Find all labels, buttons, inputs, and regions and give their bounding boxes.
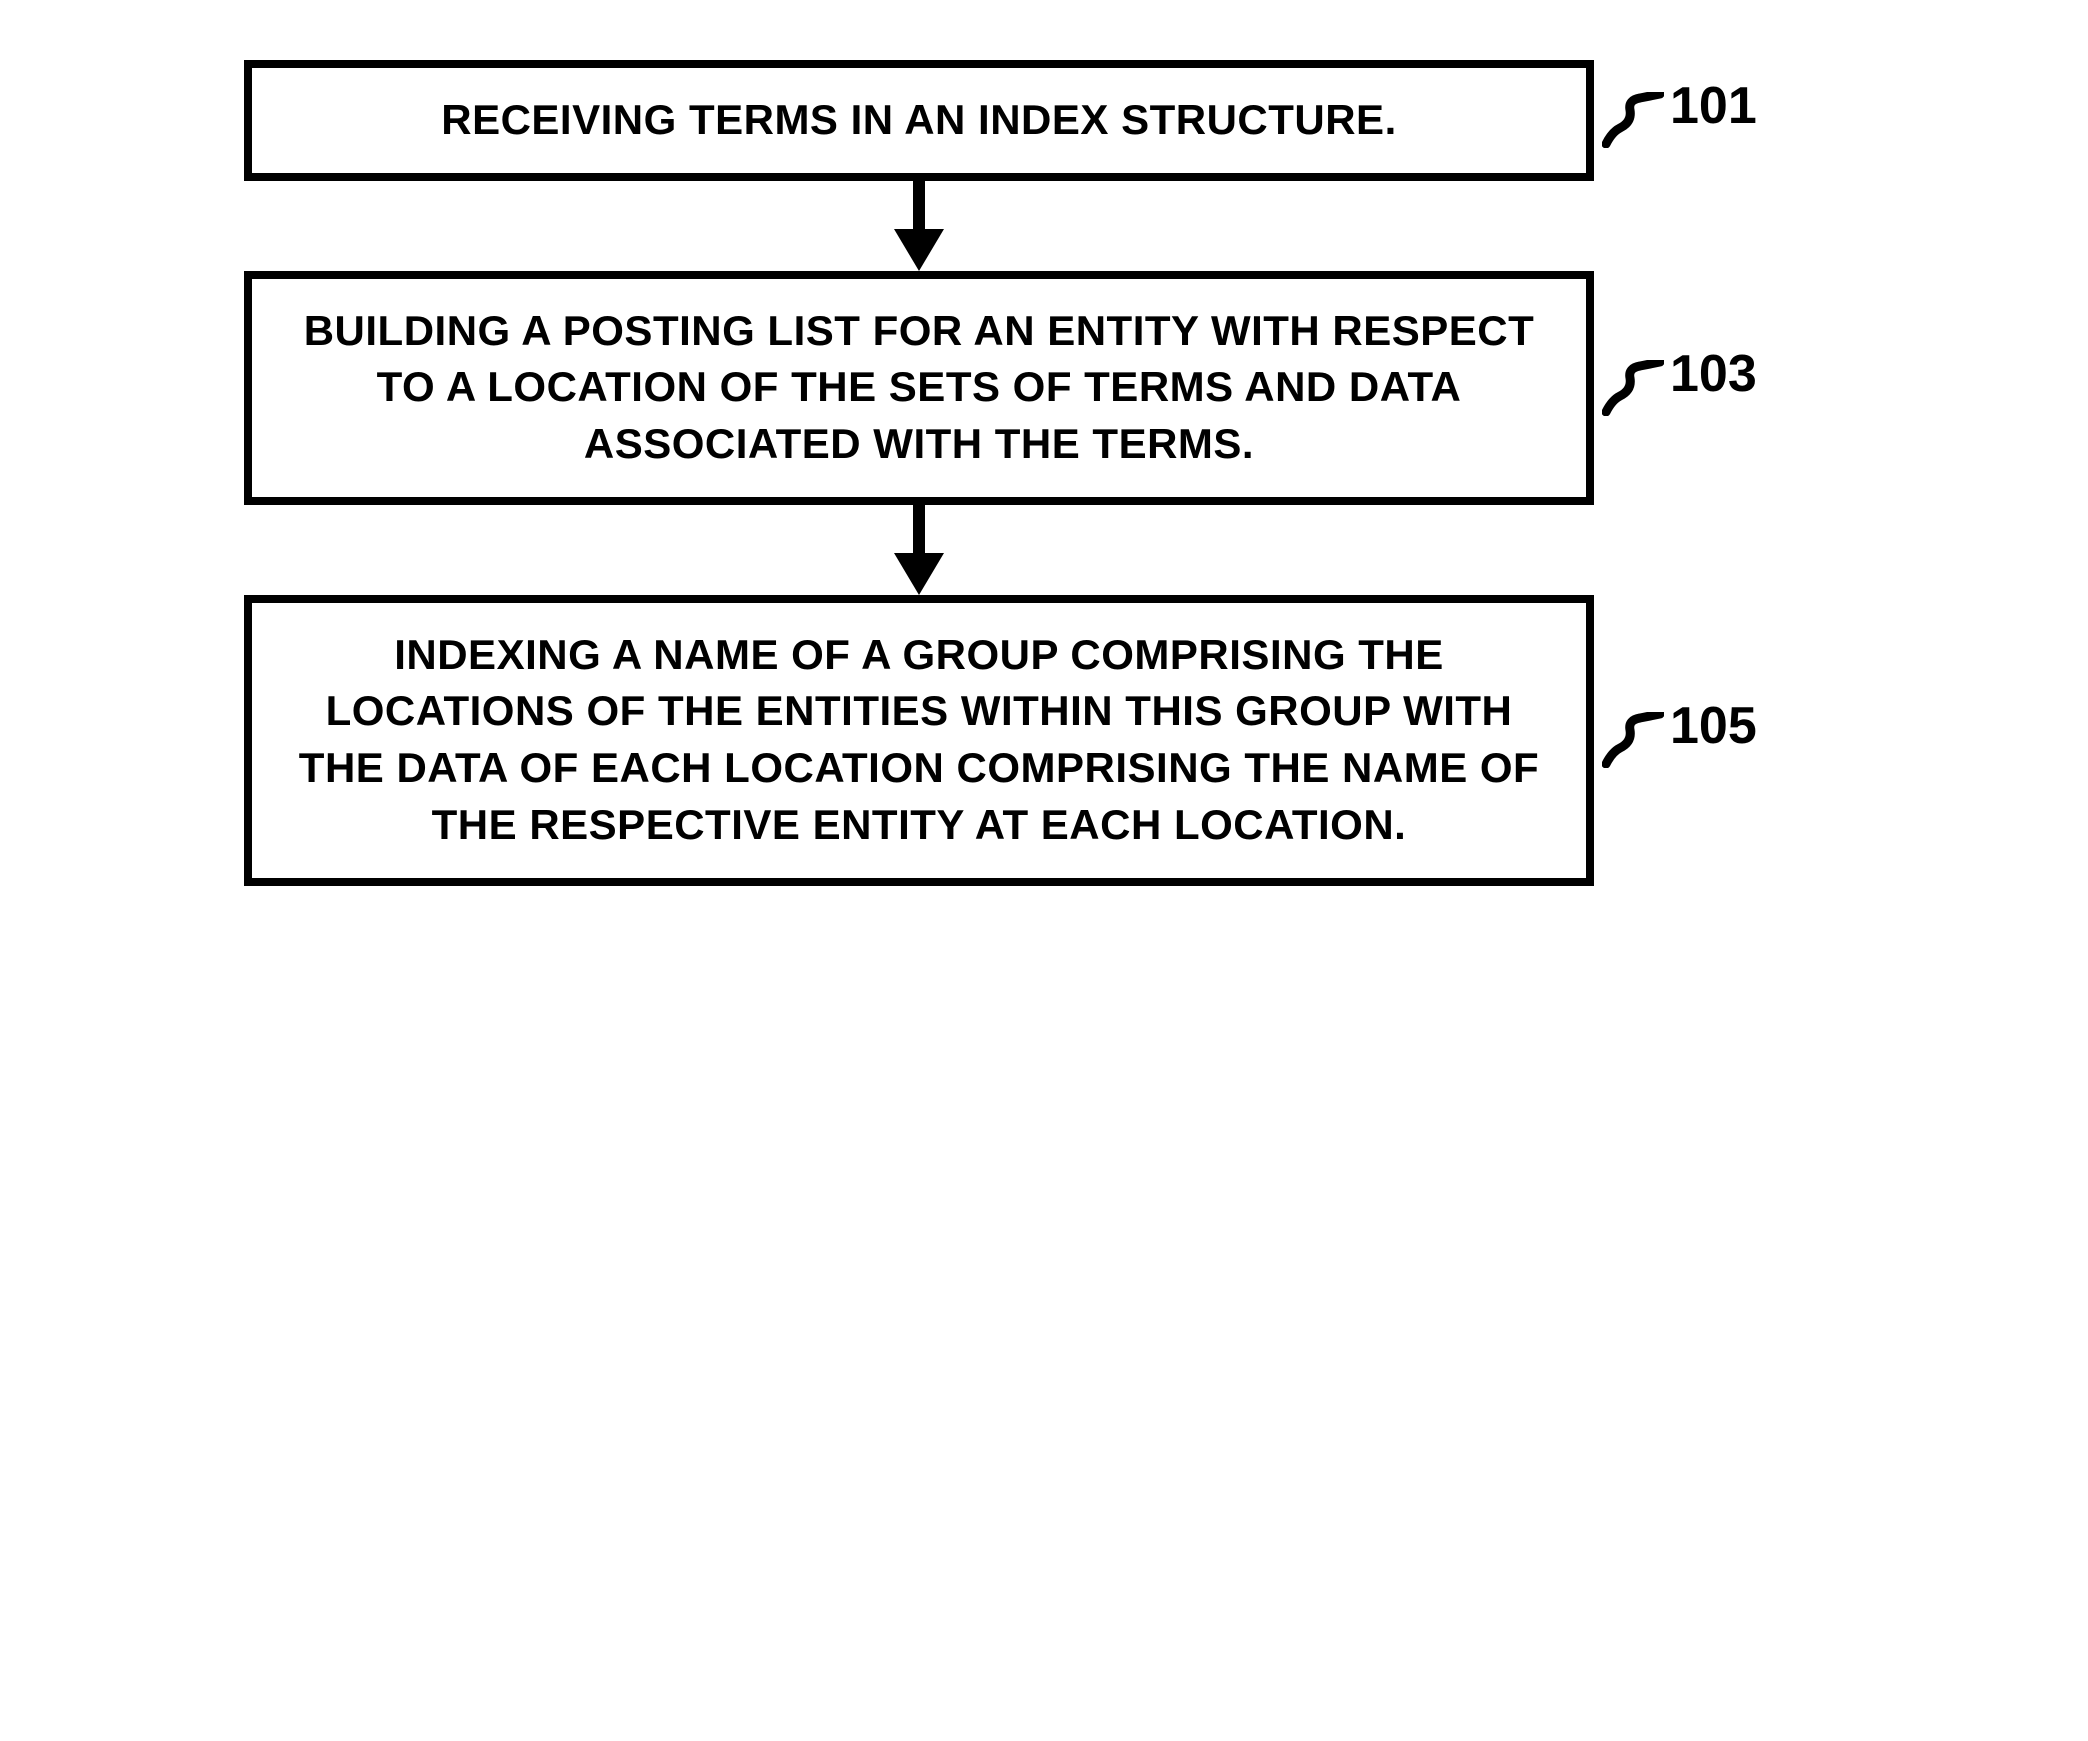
arrow-down-icon (884, 505, 954, 595)
step-box-1: RECEIVING TERMS IN AN INDEX STRUCTURE. (244, 60, 1594, 181)
step-box-2: BUILDING A POSTING LIST FOR AN ENTITY WI… (244, 271, 1594, 505)
flowchart-diagram: RECEIVING TERMS IN AN INDEX STRUCTURE. 1… (244, 60, 1844, 886)
step-box-3: INDEXING A NAME OF A GROUP COMPRISING TH… (244, 595, 1594, 886)
flowchart-step: RECEIVING TERMS IN AN INDEX STRUCTURE. 1… (244, 60, 1844, 181)
step-text: BUILDING A POSTING LIST FOR AN ENTITY WI… (304, 307, 1535, 467)
squiggle-icon (1602, 712, 1664, 768)
step-label: 103 (1670, 348, 1757, 400)
step-text: INDEXING A NAME OF A GROUP COMPRISING TH… (299, 631, 1539, 848)
flowchart-step: INDEXING A NAME OF A GROUP COMPRISING TH… (244, 595, 1844, 886)
squiggle-icon (1602, 92, 1664, 148)
step-label: 101 (1670, 80, 1757, 132)
label-connector: 103 (1602, 360, 1664, 416)
label-connector: 101 (1602, 92, 1664, 148)
arrow-down-icon (884, 181, 954, 271)
step-text: RECEIVING TERMS IN AN INDEX STRUCTURE. (441, 96, 1397, 143)
step-label: 105 (1670, 700, 1757, 752)
flowchart-step: BUILDING A POSTING LIST FOR AN ENTITY WI… (244, 271, 1844, 505)
arrow-container (244, 181, 1594, 271)
squiggle-icon (1602, 360, 1664, 416)
label-connector: 105 (1602, 712, 1664, 768)
arrow-container (244, 505, 1594, 595)
